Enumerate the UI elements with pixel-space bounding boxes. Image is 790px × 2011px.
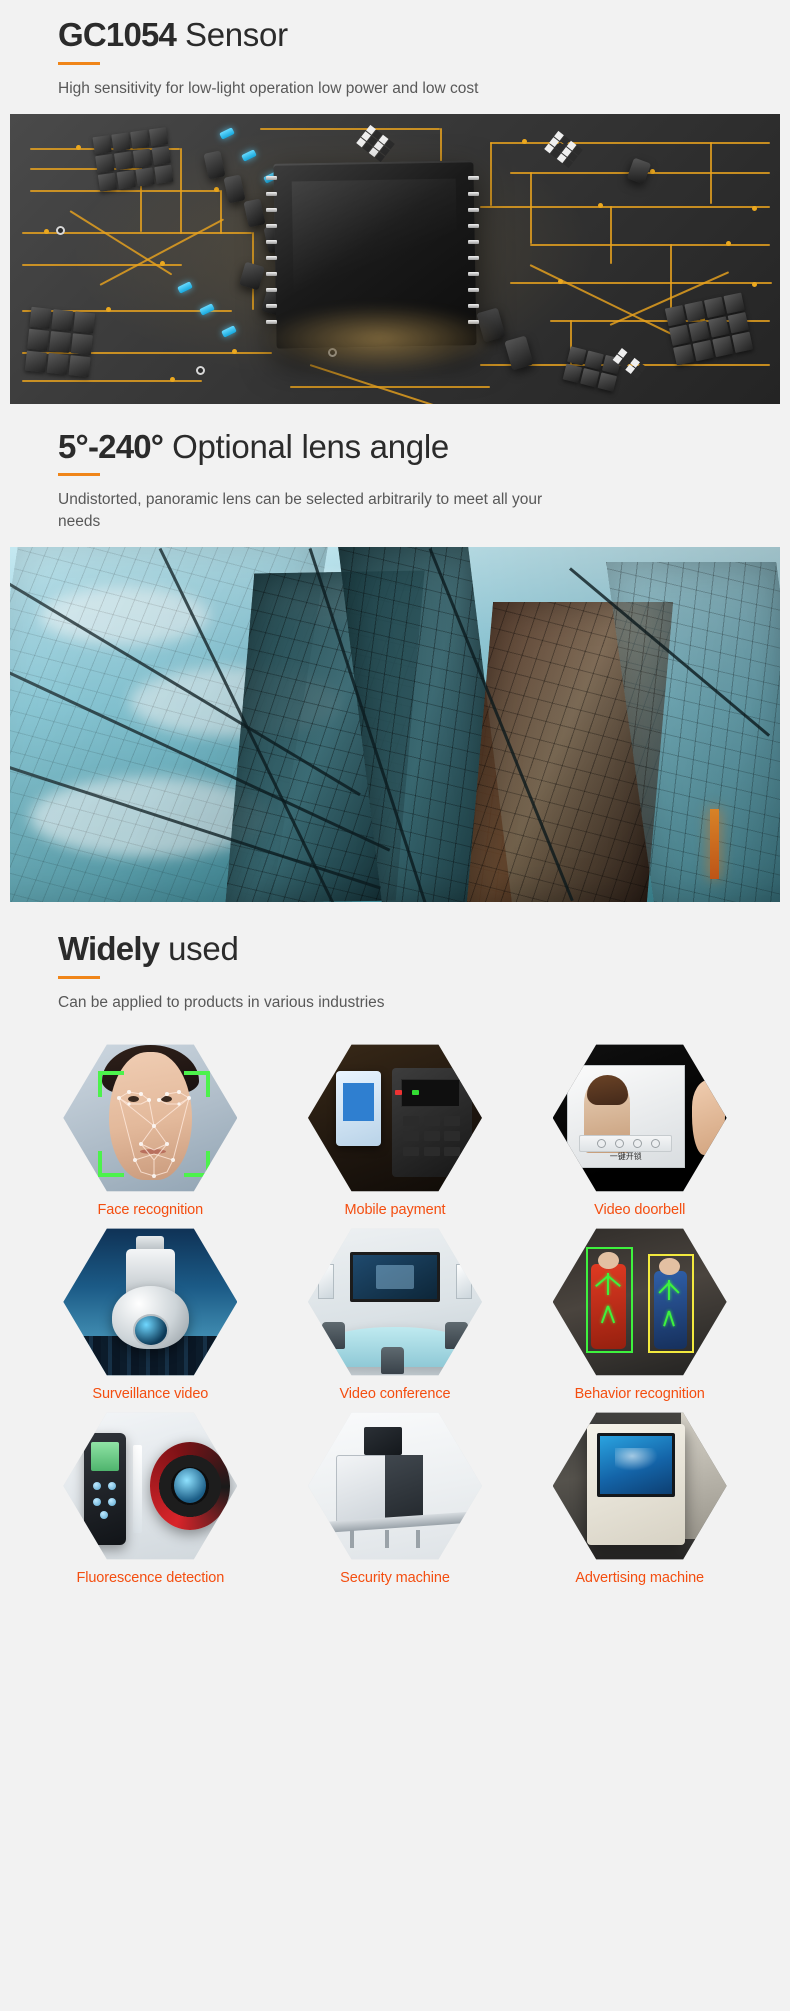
application-label: Mobile payment [344, 1201, 446, 1218]
fluorescence-detector-thumbnail[interactable] [63, 1408, 238, 1564]
widely-used-title: Widely used [58, 930, 790, 968]
scan-frame-top-left [98, 1071, 125, 1098]
application-label: Surveillance video [92, 1385, 209, 1402]
mobile-payment-thumbnail[interactable] [307, 1040, 482, 1196]
accent-bar-lens-angle [58, 473, 100, 477]
advertising-kiosk-thumbnail[interactable] [552, 1408, 727, 1564]
widely-used-title-light: used [159, 930, 239, 968]
application-label: Fluorescence detection [76, 1569, 225, 1586]
accent-bar-widely-used [58, 975, 100, 979]
application-label: Security machine [340, 1569, 450, 1586]
lens-angle-title-strong: 5°-240° [58, 427, 164, 465]
widely-used-subtitle: Can be applied to products in various in… [58, 993, 385, 1011]
section-widely-used-header: Widely used Can be applied to products i… [0, 902, 790, 1014]
lens-angle-title-light: Optional lens angle [163, 427, 449, 465]
face-recognition-thumbnail[interactable] [63, 1040, 238, 1196]
application-label: Video doorbell [594, 1201, 686, 1218]
applications-grid: Face recognition Mobile payment 一键开锁 Vid… [0, 1040, 790, 1586]
scan-frame-top-right [183, 1071, 210, 1098]
product-detail-page: GC1054 Sensor High sensitivity for low-l… [0, 0, 790, 1586]
application-item-behavior-recognition[interactable]: Behavior recognition [517, 1224, 762, 1402]
behavior-recognition-thumbnail[interactable] [552, 1224, 727, 1380]
scan-frame-bottom-right [183, 1151, 210, 1178]
application-item-mobile-payment[interactable]: Mobile payment [273, 1040, 518, 1218]
scan-frame-bottom-left [98, 1151, 125, 1178]
page-title: GC1054 Sensor [58, 16, 790, 53]
page-title-light: Sensor [176, 16, 288, 53]
application-item-video-doorbell[interactable]: 一键开锁 Video doorbell [517, 1040, 762, 1218]
application-item-security-machine[interactable]: Security machine [273, 1408, 518, 1586]
lens-angle-title: 5°-240° Optional lens angle [58, 427, 790, 465]
application-item-video-conference[interactable]: Video conference [273, 1224, 518, 1402]
glass-skyscraper-image [10, 547, 780, 903]
application-label: Advertising machine [575, 1569, 704, 1586]
application-item-face-recognition[interactable]: Face recognition [28, 1040, 273, 1218]
sensor-subtitle: High sensitivity for low-light operation… [58, 79, 479, 97]
lens-angle-subtitle: Undistorted, panoramic lens can be selec… [58, 491, 543, 531]
xray-security-scanner-thumbnail[interactable] [307, 1408, 482, 1564]
video-doorbell-thumbnail[interactable]: 一键开锁 [552, 1040, 727, 1196]
application-label: Face recognition [97, 1201, 204, 1218]
section-sensor-header: GC1054 Sensor High sensitivity for low-l… [0, 0, 790, 100]
section-lens-angle-header: 5°-240° Optional lens angle Undistorted,… [0, 404, 790, 534]
application-label: Video conference [339, 1385, 451, 1402]
accent-bar-sensor [58, 61, 100, 65]
application-item-advertising-machine[interactable]: Advertising machine [517, 1408, 762, 1586]
doorbell-overlay-text: 一键开锁 [609, 1151, 642, 1161]
widely-used-title-strong: Widely [58, 930, 160, 968]
pcb-circuit-board-image [10, 113, 780, 404]
application-label: Behavior recognition [574, 1385, 705, 1402]
application-item-surveillance-video[interactable]: Surveillance video [28, 1224, 273, 1402]
face-mesh-overlay [117, 1089, 192, 1178]
surveillance-camera-thumbnail[interactable] [63, 1224, 238, 1380]
page-title-strong: GC1054 [58, 16, 177, 53]
video-conference-thumbnail[interactable] [307, 1224, 482, 1380]
application-item-fluorescence-detection[interactable]: Fluorescence detection [28, 1408, 273, 1586]
